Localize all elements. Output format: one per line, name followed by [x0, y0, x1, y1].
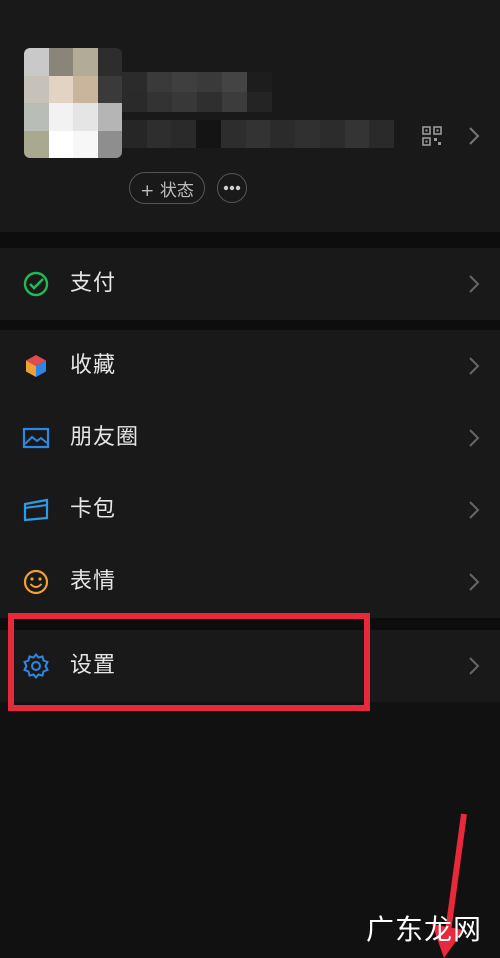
avatar-pixel — [73, 130, 98, 158]
avatar-pixel — [24, 75, 49, 103]
smiley-icon — [23, 569, 49, 595]
avatar-pixel — [73, 75, 98, 103]
menu-item-favorites[interactable]: 收藏 — [0, 330, 500, 402]
menu-item-pay[interactable]: 支付 — [0, 248, 500, 320]
menu-item-label: 卡包 — [70, 497, 117, 522]
avatar-pixel — [73, 48, 98, 76]
avatar-pixel — [48, 103, 73, 131]
watermark-text: 广东龙网 — [366, 913, 483, 946]
avatar-pixel — [24, 130, 49, 158]
menu-item-label: 表情 — [70, 569, 117, 594]
chevron-right-icon[interactable] — [468, 126, 480, 146]
favorites-cube-icon — [26, 355, 46, 377]
nickname-pixelated — [122, 72, 272, 112]
avatar-pixel — [73, 103, 98, 131]
menu-item-cards[interactable]: 卡包 — [0, 474, 500, 546]
avatar-pixel — [97, 103, 122, 131]
avatar-pixel — [48, 130, 73, 158]
profile-header[interactable]: + 状态 — [0, 0, 500, 232]
avatar-pixel — [24, 48, 49, 76]
avatar-pixel — [97, 75, 122, 103]
more-icon[interactable] — [217, 173, 247, 203]
card-wallet-icon — [23, 498, 49, 522]
chevron-right-icon — [469, 357, 480, 375]
wechat-pay-icon — [23, 271, 49, 297]
avatar[interactable] — [24, 48, 122, 158]
chevron-right-icon — [469, 657, 480, 675]
chevron-right-icon — [469, 573, 480, 591]
wechat-id-pixelated — [122, 120, 394, 148]
menu-item-label: 支付 — [70, 271, 117, 296]
add-status-button[interactable]: + 状态 — [129, 172, 205, 204]
avatar-pixel — [97, 130, 122, 158]
chevron-right-icon — [469, 275, 480, 293]
menu-item-stickers[interactable]: 表情 — [0, 546, 500, 618]
avatar-pixel — [48, 75, 73, 103]
section-divider — [0, 320, 500, 330]
menu-item-label: 收藏 — [70, 353, 117, 378]
avatar-pixel — [48, 48, 73, 76]
chevron-right-icon — [469, 501, 480, 519]
settings-highlight-box — [8, 613, 370, 711]
chevron-right-icon — [469, 429, 480, 447]
moments-photo-icon — [22, 427, 50, 449]
section-divider — [0, 232, 500, 248]
avatar-pixel — [97, 48, 122, 76]
avatar-pixel — [24, 103, 49, 131]
menu-item-moments[interactable]: 朋友圈 — [0, 402, 500, 474]
qr-code-icon[interactable] — [422, 126, 442, 146]
menu-item-label: 朋友圈 — [70, 425, 140, 450]
